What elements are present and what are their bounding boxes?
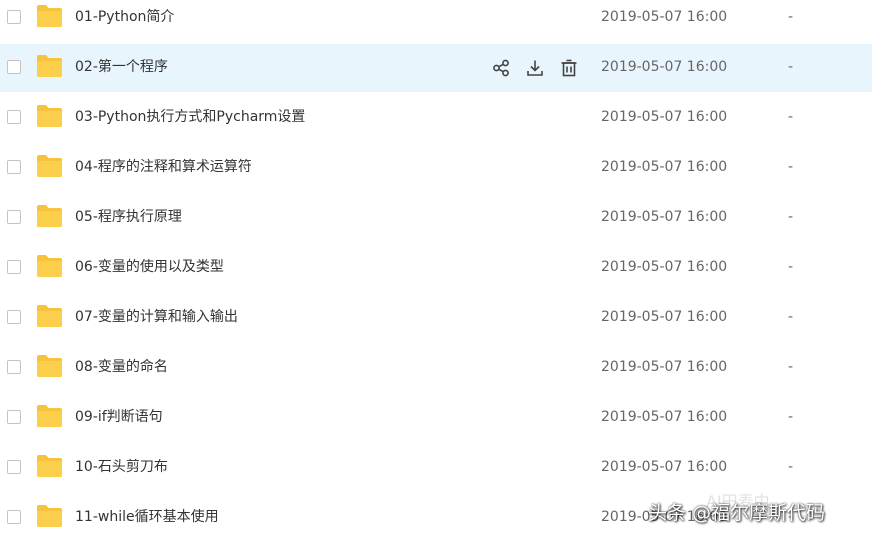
file-row[interactable]: 03-Python执行方式和Pycharm设置 2019-05-07 16:00… [0,94,872,142]
modified-time: 2019-05-07 16:00 [601,459,728,475]
file-row[interactable]: 07-变量的计算和输入输出 2019-05-07 16:00 - [0,294,872,342]
row-checkbox[interactable] [7,510,21,524]
folder-icon [37,255,62,277]
file-row[interactable]: 04-程序的注释和算术运算符 2019-05-07 16:00 - [0,144,872,192]
file-name[interactable]: 05-程序执行原理 [75,207,182,227]
row-checkbox[interactable] [7,210,21,224]
share-icon[interactable] [490,57,512,79]
file-row[interactable]: 05-程序执行原理 2019-05-07 16:00 - [0,194,872,242]
row-checkbox[interactable] [7,360,21,374]
row-checkbox[interactable] [7,460,21,474]
file-size: - [788,309,794,325]
file-size: - [788,59,794,75]
modified-time: 2019-05-07 16:00 [601,409,728,425]
modified-time: 2019-05-07 16:00 [601,359,728,375]
row-actions [490,57,592,79]
folder-icon [37,455,62,477]
folder-icon [37,405,62,427]
file-size: - [788,359,794,375]
modified-time: 2019-05-07 16:00 [601,9,728,25]
file-row[interactable]: 09-if判断语句 2019-05-07 16:00 - [0,394,872,442]
file-size: - [788,259,794,275]
folder-icon [37,55,62,77]
row-checkbox[interactable] [7,60,21,74]
file-name[interactable]: 09-if判断语句 [75,407,163,427]
row-checkbox[interactable] [7,410,21,424]
modified-time: 2019-05-07 16:00 [601,309,728,325]
file-list: 01-Python简介 2019-05-07 16:00 - 02-第一个程序 [0,0,872,538]
file-size: - [788,209,794,225]
file-size: - [788,409,794,425]
watermark: 头条 @福尔摩斯代码 [648,492,825,530]
modified-time: 2019-05-07 16:00 [601,259,728,275]
file-name[interactable]: 11-while循环基本使用 [75,507,219,527]
file-row-hovered[interactable]: 02-第一个程序 2019-05-07 16:00 - [0,44,872,92]
row-checkbox[interactable] [7,10,21,24]
download-icon[interactable] [524,57,546,79]
file-size: - [788,459,794,475]
file-row[interactable]: 01-Python简介 2019-05-07 16:00 - [0,0,872,42]
file-row[interactable]: 10-石头剪刀布 2019-05-07 16:00 - [0,444,872,492]
file-name[interactable]: 04-程序的注释和算术运算符 [75,157,252,177]
modified-time: 2019-05-07 16:00 [601,59,728,75]
row-checkbox[interactable] [7,110,21,124]
folder-icon [37,155,62,177]
row-checkbox[interactable] [7,160,21,174]
file-row[interactable]: 06-变量的使用以及类型 2019-05-07 16:00 - [0,244,872,292]
folder-icon [37,305,62,327]
row-checkbox[interactable] [7,260,21,274]
folder-icon [37,5,62,27]
delete-icon[interactable] [558,57,580,79]
folder-icon [37,205,62,227]
file-name[interactable]: 01-Python简介 [75,7,174,27]
file-name[interactable]: 06-变量的使用以及类型 [75,257,224,277]
file-name[interactable]: 07-变量的计算和输入输出 [75,307,238,327]
modified-time: 2019-05-07 16:00 [601,209,728,225]
folder-icon [37,355,62,377]
folder-icon [37,105,62,127]
file-name[interactable]: 10-石头剪刀布 [75,457,168,477]
file-size: - [788,109,794,125]
file-name[interactable]: 08-变量的命名 [75,357,168,377]
row-checkbox[interactable] [7,310,21,324]
folder-icon [37,505,62,527]
file-row[interactable]: 08-变量的命名 2019-05-07 16:00 - [0,344,872,392]
file-name[interactable]: 02-第一个程序 [75,57,168,77]
file-size: - [788,9,794,25]
modified-time: 2019-05-07 16:00 [601,159,728,175]
file-name[interactable]: 03-Python执行方式和Pycharm设置 [75,107,305,127]
watermark-text: 头条 @福尔摩斯代码 [648,501,826,524]
file-size: - [788,159,794,175]
modified-time: 2019-05-07 16:00 [601,109,728,125]
